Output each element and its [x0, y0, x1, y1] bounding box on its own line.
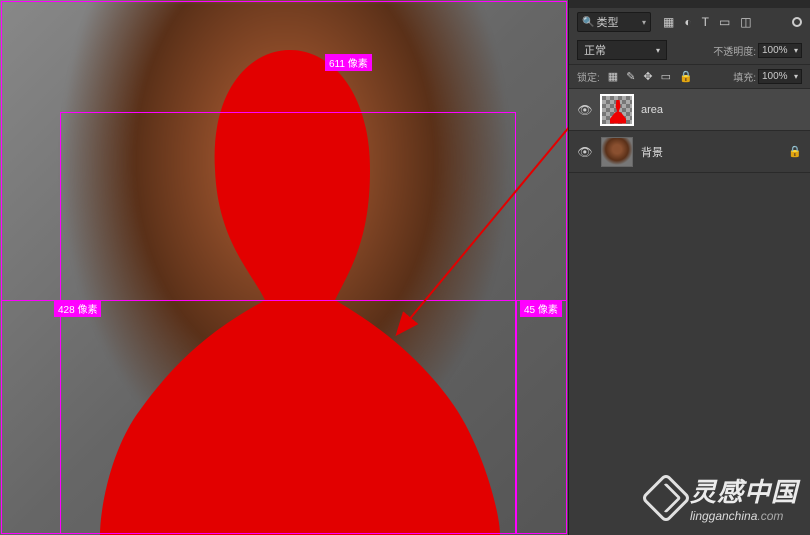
- fill-value: 100%: [762, 71, 788, 82]
- filter-smart-icon[interactable]: ◫: [740, 15, 751, 29]
- canvas-area[interactable]: 611 像素 428 像素 45 像素: [0, 0, 568, 535]
- layers-list: 👁 area 👁 背景 🔒: [569, 89, 810, 173]
- layer-name[interactable]: area: [641, 104, 663, 116]
- blend-mode-row: 正常 ▾ 不透明度: 100% ▾: [569, 36, 810, 65]
- canvas-content: 611 像素 428 像素 45 像素: [0, 0, 568, 535]
- layer-filter-dropdown[interactable]: 🔍 类型 ▾: [577, 12, 651, 32]
- lock-transparency-icon[interactable]: ▦: [608, 70, 618, 83]
- filter-toggle[interactable]: [792, 17, 802, 27]
- chevron-down-icon: ▾: [794, 46, 798, 55]
- filter-type-label: 类型: [596, 14, 618, 30]
- chevron-down-icon: ▾: [794, 72, 798, 81]
- measure-label-right: 45 像素: [520, 300, 562, 317]
- panel-tab-bar[interactable]: [569, 0, 810, 8]
- layer-row[interactable]: 👁 背景 🔒: [569, 131, 810, 173]
- layers-panel: 🔍 类型 ▾ ▦ ◐ T ▭ ◫ 正常 ▾ 不透明度: 100% ▾ 锁定: ▦: [568, 0, 810, 535]
- layer-row[interactable]: 👁 area: [569, 89, 810, 131]
- visibility-toggle-icon[interactable]: 👁: [577, 103, 593, 117]
- fill-label: 填充:: [733, 69, 756, 84]
- lock-all-icon[interactable]: 🔒: [679, 70, 693, 83]
- layer-name[interactable]: 背景: [641, 144, 663, 160]
- filter-adjustment-icon[interactable]: ◐: [684, 15, 691, 29]
- thumb-red-shape: [610, 100, 626, 124]
- blend-mode-value: 正常: [584, 42, 606, 58]
- lock-position-icon[interactable]: ✥: [643, 70, 652, 83]
- opacity-label: 不透明度:: [713, 43, 756, 58]
- layer-thumbnail[interactable]: [601, 137, 633, 167]
- opacity-value: 100%: [762, 45, 788, 56]
- lock-artboard-icon[interactable]: ▭: [661, 70, 671, 83]
- filter-text-icon[interactable]: T: [702, 15, 709, 29]
- fill-input[interactable]: 100% ▾: [758, 69, 802, 84]
- lock-row: 锁定: ▦ ✎ ✥ ▭ 🔒 填充: 100% ▾: [569, 65, 810, 89]
- lock-label: 锁定:: [577, 69, 600, 84]
- filter-shape-icon[interactable]: ▭: [719, 15, 730, 29]
- measure-label-left: 428 像素: [54, 300, 101, 317]
- filter-pixel-icon[interactable]: ▦: [663, 15, 674, 29]
- layer-thumbnail[interactable]: [601, 95, 633, 125]
- lock-icon: 🔒: [788, 145, 802, 158]
- chevron-down-icon: ▾: [656, 46, 660, 55]
- opacity-input[interactable]: 100% ▾: [758, 43, 802, 58]
- visibility-toggle-icon[interactable]: 👁: [577, 145, 593, 159]
- thumb-photo: [602, 138, 632, 166]
- blend-mode-dropdown[interactable]: 正常 ▾: [577, 40, 667, 60]
- chevron-down-icon: ▾: [642, 18, 646, 27]
- search-icon: 🔍: [582, 17, 594, 28]
- layer-filter-icons: ▦ ◐ T ▭ ◫: [663, 15, 752, 29]
- lock-image-icon[interactable]: ✎: [626, 70, 635, 83]
- red-fill-shape: [90, 40, 510, 535]
- measure-label-top: 611 像素: [325, 54, 372, 71]
- layer-filter-row: 🔍 类型 ▾ ▦ ◐ T ▭ ◫: [569, 8, 810, 36]
